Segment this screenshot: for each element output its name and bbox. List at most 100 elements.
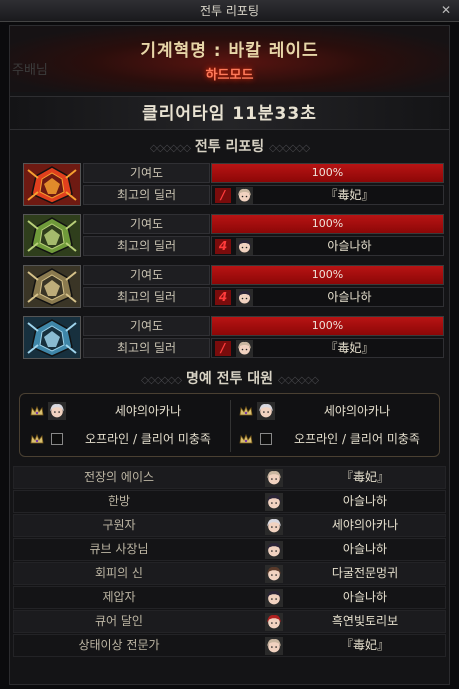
award-title: 구원자 <box>102 518 136 532</box>
clear-time: 클리어타임 11분33초 <box>10 96 449 130</box>
award-title: 전장의 에이스 <box>83 470 155 484</box>
winner-portrait-icon <box>265 613 283 631</box>
award-winner: 『毒妃』 <box>340 470 389 484</box>
award-row[interactable]: 큐어 달인 흑연빛토리보 <box>13 610 446 633</box>
character-portrait-icon <box>236 238 253 255</box>
award-row[interactable]: 제압자 아슬나하 <box>13 586 446 609</box>
empty-slot-checkbox <box>260 433 272 445</box>
dealer-name: 『毒妃』 <box>325 341 374 355</box>
contribution-label: 기여도 <box>83 214 210 234</box>
honor-member-name: 세야의아카나 <box>323 404 391 418</box>
honor-member[interactable]: 세야의아카나 <box>235 400 435 424</box>
award-row[interactable]: 한방 아슬나하 <box>13 490 446 513</box>
contribution-percent: 100% <box>311 217 344 230</box>
honor-member[interactable]: 오프라인 / 클리어 미충족 <box>235 428 435 452</box>
award-winner: 아슬나하 <box>342 494 388 508</box>
top-dealer[interactable]: / 『毒妃』 <box>211 185 444 205</box>
top-dealer-label: 최고의 딜러 <box>83 236 210 256</box>
raid-banner: 기계혁명 : 바칼 레이드 하드모드 주배님 <box>10 26 449 92</box>
green-mech-emblem-icon <box>23 214 81 257</box>
honor-members-box: 세야의아카나 세야의아카나오프라인 / 클리어 미충족 오프라인 / 클리어 미충족 <box>19 393 440 457</box>
award-winner: 아슬나하 <box>342 542 388 556</box>
award-row[interactable]: 회피의 신 다굴전문멍귀 <box>13 562 446 585</box>
top-dealer[interactable]: 4 아슬나하 <box>211 236 444 256</box>
crown-icon <box>239 405 253 417</box>
battle-report-heading-text: 전투 리포팅 <box>194 139 265 155</box>
ornament-icon: ◇◇◇◇◇◇ <box>277 375 319 386</box>
raid-name: 기계혁명 : 바칼 레이드 <box>140 41 319 61</box>
close-button[interactable]: ✕ <box>439 3 453 17</box>
window-title: 전투 리포팅 <box>199 4 259 18</box>
award-title: 상태이상 전문가 <box>78 638 160 652</box>
award-winner: 흑연빛토리보 <box>331 614 399 628</box>
winner-portrait-icon <box>265 637 283 655</box>
party-row: 기여도 100% 최고의 딜러 / 『毒妃』 <box>23 163 444 206</box>
member-portrait-icon <box>48 402 66 420</box>
ornament-icon: ◇◇◇◇◇◇ <box>269 143 310 154</box>
winner-portrait-icon <box>265 589 283 607</box>
battle-report-heading: ◇◇◇◇◇◇ 전투 리포팅 ◇◇◇◇◇◇ <box>10 136 449 158</box>
winner-portrait-icon <box>265 541 283 559</box>
contribution-bar: 100% <box>211 163 444 183</box>
ornament-icon: ◇◇◇◇◇◇ <box>140 375 182 386</box>
party-row: 기여도 100% 최고의 딜러 / 『毒妃』 <box>23 316 444 359</box>
award-title: 회피의 신 <box>95 566 143 580</box>
party-row: 기여도 100% 최고의 딜러 4 아슬나하 <box>23 214 444 257</box>
top-dealer-label: 최고의 딜러 <box>83 185 210 205</box>
winner-portrait-icon <box>265 469 283 487</box>
dealer-name: 아슬나하 <box>327 290 372 304</box>
party-row: 기여도 100% 최고의 딜러 4 아슬나하 <box>23 265 444 308</box>
class-icon: / <box>215 341 231 356</box>
battle-report-panel: 기계혁명 : 바칼 레이드 하드모드 주배님 클리어타임 11분33초 ◇◇◇◇… <box>9 25 450 685</box>
character-portrait-icon <box>236 289 253 306</box>
class-icon: 4 <box>215 239 231 254</box>
contribution-bar: 100% <box>211 214 444 234</box>
red-mech-emblem-icon <box>23 163 81 206</box>
award-title: 한방 <box>107 494 131 508</box>
top-dealer-label: 최고의 딜러 <box>83 338 210 358</box>
contribution-label: 기여도 <box>83 316 210 336</box>
class-icon: 4 <box>215 290 231 305</box>
award-row[interactable]: 전장의 에이스 『毒妃』 <box>13 466 446 489</box>
contribution-percent: 100% <box>311 268 344 281</box>
gold-mech-emblem-icon <box>23 265 81 308</box>
award-title: 큐어 달인 <box>95 614 143 628</box>
honor-member[interactable]: 오프라인 / 클리어 미충족 <box>26 428 226 452</box>
crown-icon <box>239 433 253 445</box>
character-portrait-icon <box>236 187 253 204</box>
ornament-icon: ◇◇◇◇◇◇ <box>149 143 191 154</box>
award-winner: 세야의아카나 <box>331 518 399 532</box>
winner-portrait-icon <box>265 565 283 583</box>
award-winner: 『毒妃』 <box>340 638 389 652</box>
honor-member-name: 세야의아카나 <box>114 404 182 418</box>
contribution-bar: 100% <box>211 265 444 285</box>
award-title: 제압자 <box>102 590 136 604</box>
dealer-name: 『毒妃』 <box>325 188 374 202</box>
crown-icon <box>30 405 44 417</box>
blue-mech-emblem-icon <box>23 316 81 359</box>
honor-heading: ◇◇◇◇◇◇ 명예 전투 대원 ◇◇◇◇◇◇ <box>10 368 449 390</box>
award-row[interactable]: 큐브 사장님 아슬나하 <box>13 538 446 561</box>
empty-slot-checkbox <box>51 433 63 445</box>
award-winner: 아슬나하 <box>342 590 388 604</box>
award-title: 큐브 사장님 <box>89 542 149 556</box>
winner-portrait-icon <box>265 517 283 535</box>
award-row[interactable]: 구원자 세야의아카나 <box>13 514 446 537</box>
contribution-percent: 100% <box>311 319 344 332</box>
top-dealer-label: 최고의 딜러 <box>83 287 210 307</box>
contribution-label: 기여도 <box>83 163 210 183</box>
winner-portrait-icon <box>265 493 283 511</box>
honor-member-name: 오프라인 / 클리어 미충족 <box>85 432 211 446</box>
top-dealer[interactable]: / 『毒妃』 <box>211 338 444 358</box>
contribution-bar: 100% <box>211 316 444 336</box>
member-portrait-icon <box>257 402 275 420</box>
honor-member[interactable]: 세야의아카나 <box>26 400 226 424</box>
divider <box>230 400 231 452</box>
top-dealer[interactable]: 4 아슬나하 <box>211 287 444 307</box>
honor-heading-text: 명예 전투 대원 <box>185 371 274 387</box>
character-portrait-icon <box>236 340 253 357</box>
crown-icon <box>30 433 44 445</box>
award-row[interactable]: 상태이상 전문가 『毒妃』 <box>13 634 446 657</box>
dealer-name: 아슬나하 <box>327 239 372 253</box>
contribution-label: 기여도 <box>83 265 210 285</box>
